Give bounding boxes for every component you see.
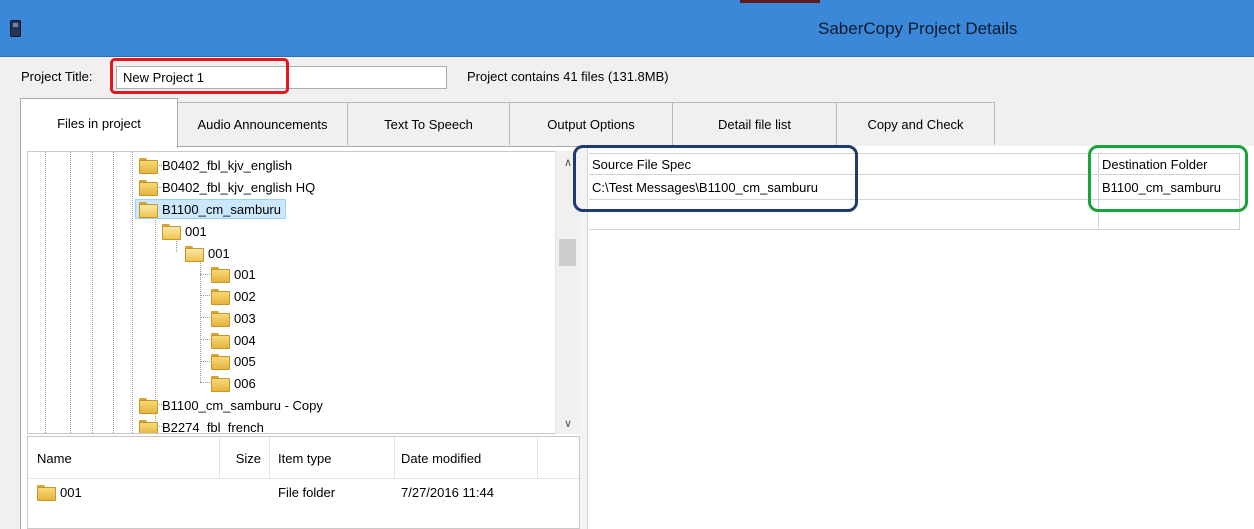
file-name-cell: 001 — [37, 481, 82, 503]
tree-node[interactable]: 001 — [185, 243, 230, 263]
tab-text-to-speech[interactable]: Text To Speech — [347, 102, 510, 145]
folder-icon — [185, 246, 204, 262]
file-name: 001 — [60, 484, 82, 500]
file-date-modified: 7/27/2016 11:44 — [401, 484, 495, 500]
tree-node[interactable]: 001 — [211, 264, 256, 284]
tree-node-label: 001 — [208, 245, 230, 261]
tree-node-label: 006 — [234, 375, 256, 391]
tree-node-label: 005 — [234, 353, 256, 369]
folder-icon — [139, 420, 158, 433]
app-icon[interactable] — [10, 20, 21, 37]
empty-grid-cell[interactable] — [1099, 200, 1240, 230]
tab-files-in-project[interactable]: Files in project — [20, 98, 178, 148]
source-file-spec-cell[interactable]: C:\Test Messages\B1100_cm_samburu — [589, 175, 1099, 200]
tree-node-label: 001 — [185, 223, 207, 239]
scroll-thumb[interactable] — [559, 239, 576, 266]
window-title: SaberCopy Project Details — [818, 19, 1018, 38]
scroll-down-icon[interactable]: ∨ — [556, 414, 580, 432]
file-list-row[interactable]: 001 File folder 7/27/2016 11:44 — [28, 481, 579, 503]
column-header-size[interactable]: Size — [220, 437, 270, 479]
tree-guide-line — [113, 152, 114, 433]
destination-folder-cell[interactable]: B1100_cm_samburu — [1099, 175, 1240, 200]
folder-icon — [211, 311, 230, 327]
folder-icon — [139, 202, 158, 218]
tree-node[interactable]: B0402_fbl_kjv_english HQ — [139, 177, 315, 197]
grid-row-header — [580, 146, 588, 529]
title-bar[interactable]: SaberCopy Project Details — [0, 0, 1254, 57]
folder-icon — [162, 224, 181, 240]
column-header-destination-folder[interactable]: Destination Folder — [1099, 153, 1240, 175]
tree-node[interactable]: B2274_fbl_french — [139, 417, 264, 434]
tree-node[interactable]: 004 — [211, 330, 256, 350]
tree-node-label: B1100_cm_samburu — [162, 201, 281, 217]
tree-scrollbar[interactable]: ∧ ∨ — [555, 151, 580, 434]
tree-node-label: B1100_cm_samburu - Copy — [162, 397, 323, 413]
column-header-item-type[interactable]: Item type — [270, 437, 395, 479]
project-title-label: Project Title: — [21, 69, 93, 84]
folder-icon — [211, 267, 230, 283]
folder-icon — [139, 398, 158, 414]
tree-node[interactable]: B1100_cm_samburu - Copy — [139, 395, 323, 415]
tree-node-selected[interactable]: B1100_cm_samburu — [135, 199, 286, 219]
column-header-source-file-spec[interactable]: Source File Spec — [589, 153, 1099, 175]
file-size — [224, 481, 266, 503]
tab-copy-and-check[interactable]: Copy and Check — [836, 102, 995, 145]
file-list-header: Name Size Item type Date modified — [28, 437, 579, 479]
tree-guide-line — [45, 152, 46, 433]
tab-output-options[interactable]: Output Options — [509, 102, 673, 145]
tree-node-label: B0402_fbl_kjv_english — [162, 157, 293, 173]
tree-node[interactable]: 002 — [211, 286, 256, 306]
tab-audio-announcements[interactable]: Audio Announcements — [177, 102, 348, 145]
tree-node[interactable]: 006 — [211, 373, 256, 393]
tree-node-label: 004 — [234, 332, 256, 348]
empty-grid-cell[interactable] — [589, 200, 1099, 230]
source-destination-grid[interactable]: Source File Spec Destination Folder C:\T… — [580, 146, 1254, 529]
tab-detail-file-list[interactable]: Detail file list — [672, 102, 837, 145]
tree-node-label: B2274_fbl_french — [162, 419, 264, 434]
tree-guide-line — [200, 260, 201, 382]
tree-node-label: 001 — [234, 266, 256, 282]
folder-icon — [139, 180, 158, 196]
folder-icon — [211, 354, 230, 370]
folder-icon — [211, 333, 230, 349]
tree-guide-line — [92, 152, 93, 433]
file-type: File folder — [278, 484, 336, 500]
tree-node-label: 003 — [234, 310, 256, 326]
scroll-up-icon[interactable]: ∧ — [556, 153, 580, 171]
folder-icon — [139, 158, 158, 174]
folder-icon — [211, 289, 230, 305]
tree-guide-line — [132, 152, 133, 433]
folder-icon — [211, 376, 230, 392]
file-list[interactable]: Name Size Item type Date modified 001 Fi… — [27, 436, 580, 529]
project-file-count: Project contains 41 files (131.8MB) — [467, 69, 669, 84]
column-header-date-modified[interactable]: Date modified — [395, 437, 538, 479]
folder-icon — [37, 485, 56, 501]
tree-node[interactable]: B0402_fbl_kjv_english — [139, 155, 292, 175]
tree-node-label: B0402_fbl_kjv_english HQ — [162, 179, 316, 195]
tree-node[interactable]: 003 — [211, 308, 256, 328]
title-bar-accent — [740, 0, 820, 3]
project-title-input[interactable]: New Project 1 — [116, 66, 447, 89]
folder-tree[interactable]: ▷ B0402_fbl_kjv_english ▷ B0402_fbl_kjv_… — [27, 151, 580, 434]
tree-node-label: 002 — [234, 288, 256, 304]
tree-node[interactable]: 001 — [162, 221, 207, 241]
tree-guide-line — [70, 152, 71, 433]
tree-node[interactable]: 005 — [211, 351, 256, 371]
column-header-name[interactable]: Name — [28, 437, 220, 479]
